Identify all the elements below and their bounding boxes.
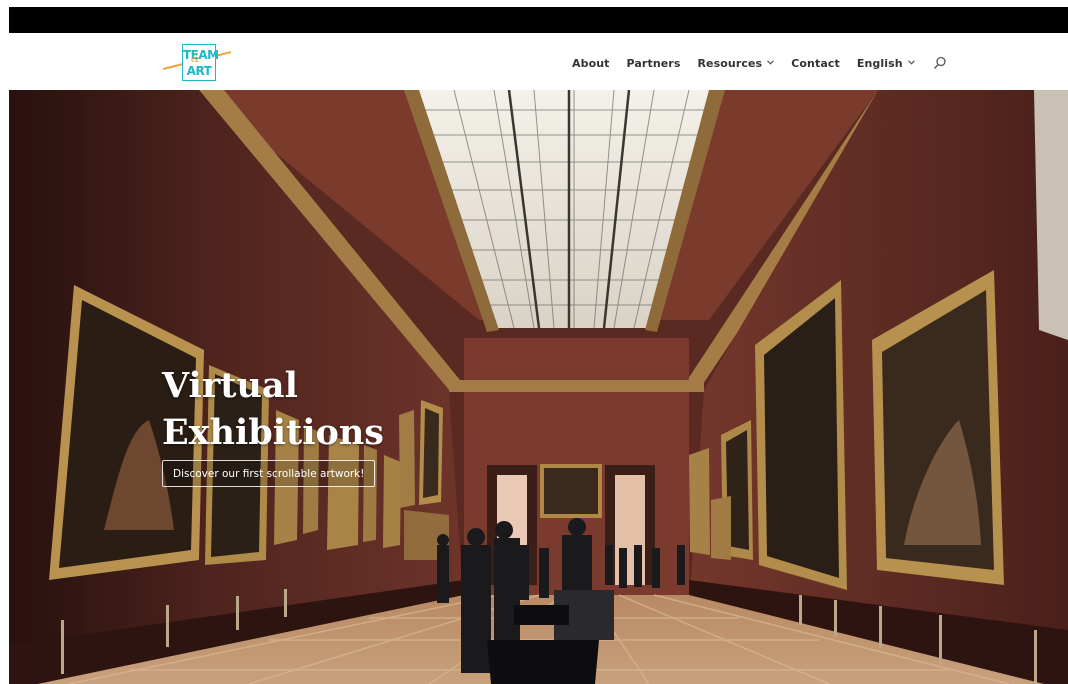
top-bar	[9, 7, 1068, 33]
main-nav: About Partners Resources Contact English	[572, 54, 947, 72]
hero-title: Virtual Exhibitions	[162, 362, 422, 456]
nav-language-label: English	[856, 56, 903, 70]
hero-title-line-2: Exhibitions	[162, 412, 385, 453]
chevron-down-icon	[907, 58, 915, 68]
nav-partners-label: Partners	[626, 56, 681, 70]
logo-line-2: ART	[186, 64, 212, 78]
site-header: TEAM ART & About Partners Resources Cont…	[9, 33, 1068, 90]
nav-resources[interactable]: Resources	[697, 56, 775, 70]
nav-partners[interactable]: Partners	[627, 57, 681, 70]
chevron-down-icon	[767, 58, 775, 68]
nav-contact[interactable]: Contact	[791, 57, 840, 70]
search-icon[interactable]	[933, 56, 947, 70]
team-art-logo[interactable]: TEAM ART &	[162, 41, 235, 83]
nav-language[interactable]: English	[857, 57, 915, 70]
hero-title-line-1: Virtual	[162, 365, 298, 406]
logo-ampersand: &	[191, 54, 200, 65]
nav-contact-label: Contact	[791, 56, 840, 70]
hero-banner: Virtual Exhibitions Discover our first s…	[9, 90, 1068, 684]
discover-artwork-button[interactable]: Discover our first scrollable artwork!	[162, 460, 376, 487]
nav-about[interactable]: About	[572, 57, 610, 70]
nav-resources-label: Resources	[697, 56, 763, 70]
nav-about-label: About	[572, 56, 610, 70]
